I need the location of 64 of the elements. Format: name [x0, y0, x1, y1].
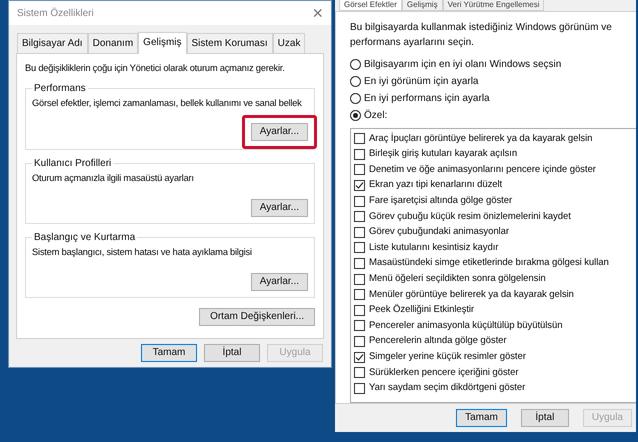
checkbox-label: Görev çubuğu küçük resim önizlemelerini kaydet: [369, 210, 571, 224]
tab[interactable]: Sistem Koruması: [186, 33, 273, 53]
group-description: Sistem başlangıcı, sistem hatası ve hata ayıklama bilgisi: [32, 245, 253, 260]
radio-label: En iyi görünüm için ayarla: [364, 75, 478, 89]
checkbox[interactable]: [354, 148, 365, 160]
checkbox[interactable]: [354, 320, 365, 332]
checkbox-label: Simgeler yerine küçük resimler göster: [369, 350, 526, 364]
tab[interactable]: Bilgisayar Adı: [17, 33, 88, 53]
close-button[interactable]: ×: [312, 4, 323, 22]
radio-button[interactable]: [350, 110, 361, 121]
environment-variables-button[interactable]: Ortam Değişkenleri...: [199, 308, 315, 326]
ok-button[interactable]: Tamam: [456, 409, 507, 427]
checkbox[interactable]: [354, 180, 365, 192]
checkbox-label: Fare işaretçisi altında gölge göster: [369, 194, 512, 208]
checkbox[interactable]: [354, 226, 365, 238]
checkbox-label: Yarı saydam seçim dikdörtgeni göster: [369, 381, 526, 396]
checkbox[interactable]: [354, 304, 365, 316]
settings-button[interactable]: Ayarlar...: [250, 273, 308, 292]
checkbox-label: Ekran yazı tipi kenarlarını düzelt: [369, 178, 502, 192]
checkbox[interactable]: [354, 367, 365, 378]
intro-text: Bu bilgisayarda kullanmak istediğiniz Windows görünüm ve performans ayarlarını seçin.: [350, 21, 613, 50]
tab[interactable]: Görsel Efektler: [339, 0, 402, 11]
ok-button[interactable]: Tamam: [141, 344, 197, 362]
checkbox[interactable]: [354, 196, 365, 207]
group-description: Oturum açmanızla ilgili masaüstü ayarları: [32, 171, 195, 186]
checkbox[interactable]: [354, 289, 365, 300]
checkbox[interactable]: [354, 352, 365, 363]
checkbox-label: Birleşik giriş kutuları kayarak açılsın: [369, 147, 518, 162]
window-title: Sistem Özellikleri: [17, 6, 94, 20]
checkbox-label: Sürüklerken pencere içeriğini göster: [369, 366, 518, 380]
cancel-button[interactable]: İptal: [520, 409, 569, 427]
radio-button[interactable]: [350, 93, 361, 104]
tab[interactable]: Gelişmiş: [138, 32, 187, 54]
radio-label: Bilgisayarım için en iyi olanı Windows seçsin: [364, 58, 562, 72]
radio-button[interactable]: [350, 59, 361, 70]
group-description: Görsel efektler, işlemci zamanlaması, bellek kullanımı ve sanal bellek: [32, 96, 303, 110]
checkbox-label: Menüler görüntüye belirerek ya da kayarak gelsin: [369, 288, 574, 302]
checkbox[interactable]: [354, 133, 365, 144]
notice-text: Bu değişikliklerin çoğu için Yönetici olarak oturum açmanız gerekir.: [25, 61, 286, 75]
checkbox[interactable]: [354, 382, 365, 394]
tab[interactable]: Uzak: [272, 33, 306, 53]
radio-button[interactable]: [350, 76, 361, 87]
checkbox-label: Denetim ve öğe animasyonlarını pencere içinde göster: [369, 162, 596, 177]
settings-button[interactable]: Ayarlar...: [250, 123, 308, 142]
checkbox[interactable]: [354, 274, 365, 285]
checkbox[interactable]: [354, 164, 365, 176]
checkbox-label: Peek Özelliğini Etkinleştir: [369, 303, 474, 318]
checkbox[interactable]: [354, 258, 365, 270]
checkbox-label: Liste kutularını kesintisiz kaydır: [369, 240, 498, 255]
cancel-button[interactable]: İptal: [204, 344, 260, 362]
checkbox[interactable]: [354, 336, 365, 348]
checkbox[interactable]: [354, 211, 365, 222]
tab[interactable]: Donanım: [88, 33, 138, 53]
checkbox-label: Pencerelerin altında gölge göster: [369, 334, 507, 348]
checkbox-label: Araç İpuçları görüntüye belirerek ya da kayarak gelsin: [369, 132, 592, 146]
radio-label: En iyi performans için ayarla: [364, 92, 490, 106]
checkbox[interactable]: [354, 242, 365, 254]
checkbox-label: Menü öğeleri seçildikten sonra gölgelensin: [369, 272, 546, 286]
checkbox-label: Pencereler animasyonla küçültülüp büyütülsün: [369, 318, 562, 333]
checkbox-label: Görev çubuğundaki animasyonlar: [369, 225, 509, 240]
settings-button[interactable]: Ayarlar...: [250, 199, 308, 218]
group-title: Başlangıç ve Kurtarma: [32, 230, 138, 246]
radio-label: Özel:: [364, 108, 388, 123]
checkbox-label: Masaüstündeki simge etiketlerinde bırakma gölgesi kullan: [369, 256, 609, 270]
